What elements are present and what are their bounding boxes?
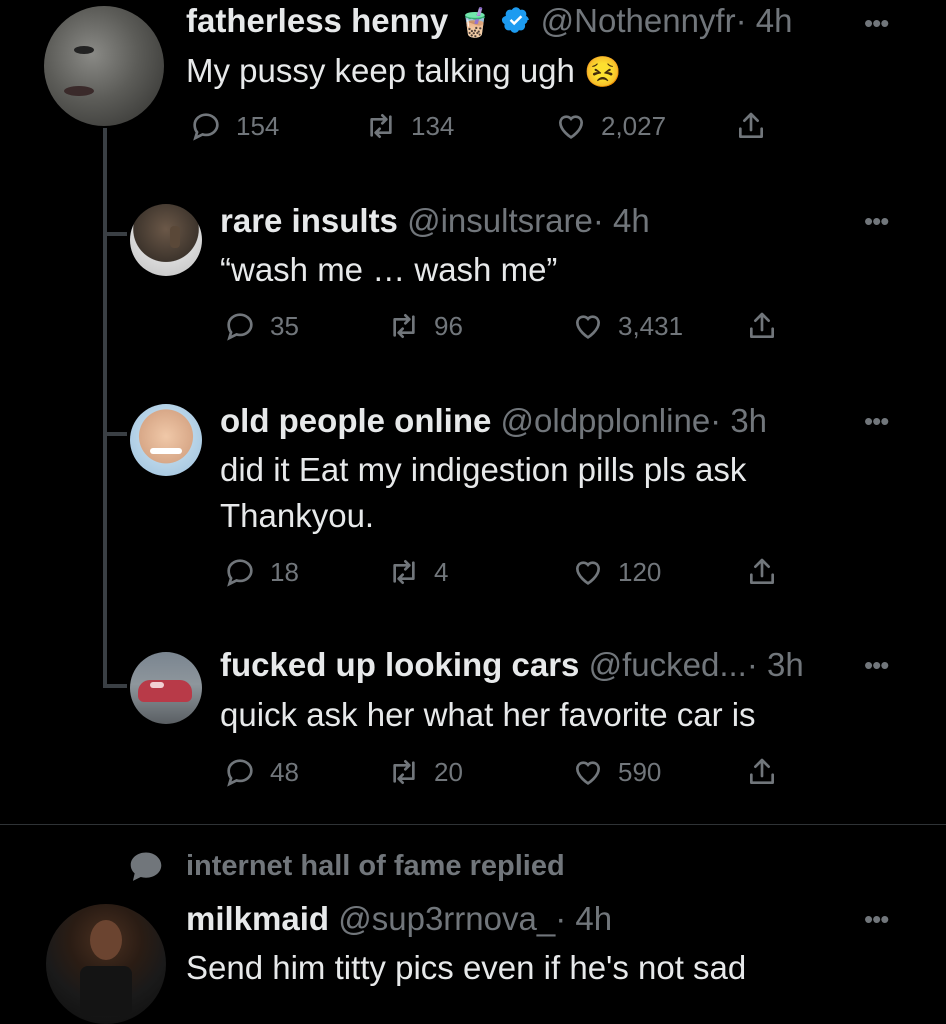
retweet-icon <box>393 760 415 784</box>
retweet-button[interactable]: 4 <box>388 556 448 588</box>
tweet-text-line-1: did it Eat my indigestion pills pls ask <box>220 451 747 488</box>
thread-line-main <box>103 128 107 688</box>
like-button[interactable]: 3,431 <box>572 310 683 342</box>
author-name[interactable]: fatherless henny <box>186 2 448 39</box>
reply-icon <box>227 559 253 587</box>
tweet-actions: 18 4 120 <box>224 556 824 596</box>
verified-badge-icon <box>501 5 531 43</box>
tweet-text-line-2: Thankyou. <box>220 497 375 534</box>
tweet-text: “wash me … wash me” <box>220 251 558 288</box>
like-icon <box>575 761 601 785</box>
avatar[interactable] <box>130 652 202 724</box>
tweet-text: quick ask her what her favorite car is <box>220 696 756 733</box>
like-icon <box>575 561 601 585</box>
retweet-count: 4 <box>434 556 449 587</box>
like-count: 120 <box>618 556 662 587</box>
tweet-time[interactable]: · 4h <box>593 202 650 239</box>
more-icon[interactable]: ••• <box>864 206 889 237</box>
share-icon <box>750 758 774 784</box>
share-icon <box>750 558 774 584</box>
like-icon <box>558 115 584 139</box>
tweet-actions: 48 20 590 <box>224 756 824 796</box>
avatar[interactable] <box>130 204 202 276</box>
like-button[interactable]: 2,027 <box>555 110 666 142</box>
author-handle[interactable]: @insultsrare <box>407 202 593 239</box>
share-button[interactable] <box>746 756 792 788</box>
thread-connector-2 <box>103 432 127 436</box>
reply-button[interactable]: 154 <box>190 110 279 142</box>
like-count: 590 <box>618 756 662 787</box>
author-handle[interactable]: @oldpplonline <box>501 402 711 439</box>
share-icon <box>739 112 763 138</box>
tweet-text: Send him titty pics even if he's not sad <box>186 949 747 986</box>
avatar[interactable] <box>46 904 166 1024</box>
like-button[interactable]: 590 <box>572 756 661 788</box>
author-name[interactable]: fucked up looking cars <box>220 646 579 683</box>
more-icon[interactable]: ••• <box>864 650 889 681</box>
reply-button[interactable]: 18 <box>224 556 299 588</box>
author-handle[interactable]: @sup3rrnova_ <box>338 900 555 937</box>
retweet-count: 134 <box>411 110 455 141</box>
name-emoji: 🧋 <box>457 7 493 38</box>
reply-count: 48 <box>270 756 299 787</box>
like-count: 3,431 <box>618 310 684 341</box>
thread-connector-3 <box>103 684 127 688</box>
tweet-time[interactable]: · 4h <box>736 2 793 39</box>
retweet-icon <box>370 114 392 138</box>
retweet-button[interactable]: 20 <box>388 756 463 788</box>
share-icon <box>750 312 774 338</box>
retweet-icon <box>393 314 415 338</box>
reply-icon <box>193 113 219 141</box>
tweet-text: My pussy keep talking ugh <box>186 52 575 89</box>
tweet-actions: 154 134 2,027 <box>190 110 790 150</box>
share-button[interactable] <box>746 556 792 588</box>
social-context-label: internet hall of fame replied <box>186 850 565 882</box>
author-handle[interactable]: @fucked... <box>589 646 747 683</box>
more-icon[interactable]: ••• <box>864 406 889 437</box>
reply-button[interactable]: 35 <box>224 310 299 342</box>
share-button[interactable] <box>735 110 781 142</box>
tweet-time[interactable]: · 3h <box>710 402 767 439</box>
author-name[interactable]: old people online <box>220 402 491 439</box>
divider <box>0 824 946 825</box>
like-icon <box>575 315 601 339</box>
reply-count: 35 <box>270 310 299 341</box>
reply-count: 154 <box>236 110 280 141</box>
more-icon[interactable]: ••• <box>864 8 889 39</box>
tweet-time[interactable]: · 4h <box>555 900 612 937</box>
retweet-button[interactable]: 134 <box>365 110 454 142</box>
author-name[interactable]: rare insults <box>220 202 398 239</box>
reply-icon <box>227 313 253 341</box>
thread-connector-1 <box>103 232 127 236</box>
like-count: 2,027 <box>601 110 667 141</box>
like-button[interactable]: 120 <box>572 556 661 588</box>
speech-bubble-icon <box>128 851 164 883</box>
author-name[interactable]: milkmaid <box>186 900 329 937</box>
retweet-count: 20 <box>434 756 463 787</box>
reply-count: 18 <box>270 556 299 587</box>
more-icon[interactable]: ••• <box>864 904 889 935</box>
author-handle[interactable]: @Nothennyfr <box>541 2 736 39</box>
share-button[interactable] <box>746 310 792 342</box>
social-context[interactable]: internet hall of fame replied <box>128 850 565 883</box>
retweet-icon <box>393 560 415 584</box>
tweet-actions: 35 96 3,431 <box>224 310 824 350</box>
retweet-count: 96 <box>434 310 463 341</box>
retweet-button[interactable]: 96 <box>388 310 463 342</box>
reply-button[interactable]: 48 <box>224 756 299 788</box>
tweet-text-emoji: 😣 <box>584 56 622 89</box>
tweet-time[interactable]: · 3h <box>747 646 804 683</box>
avatar[interactable] <box>130 404 202 476</box>
reply-icon <box>227 759 253 787</box>
avatar[interactable] <box>44 6 164 126</box>
